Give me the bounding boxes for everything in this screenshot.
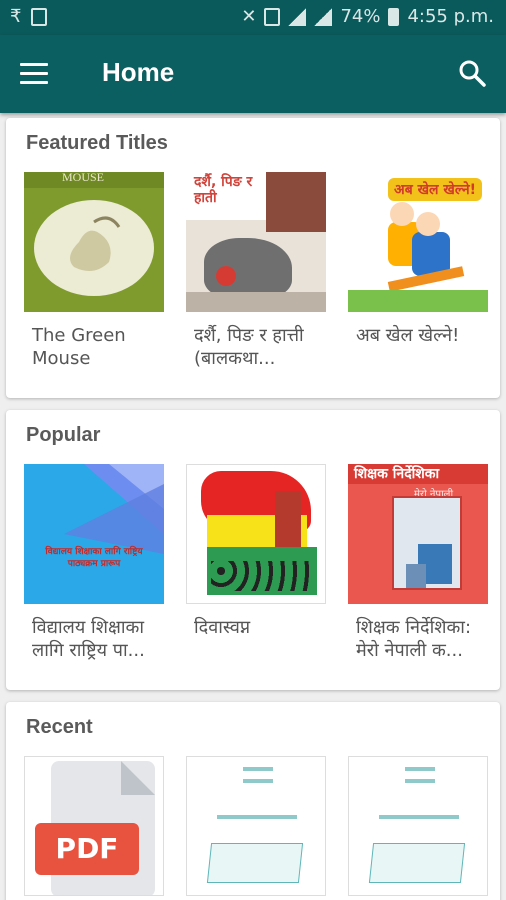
- battery-percent: 74%: [340, 6, 381, 27]
- section-title: Popular: [26, 424, 101, 446]
- book-cover: शिक्षक निर्देशिका मेरो नेपाली: [348, 464, 488, 604]
- book-title: शिक्षक निर्देशिका: मेरो नेपाली क...: [356, 617, 472, 661]
- rupee-icon: ₹: [10, 6, 22, 27]
- book-cover: विद्यालय शिक्षाका लागि राष्ट्रिय पाठ्यक्…: [24, 464, 164, 604]
- document-cover: [186, 756, 326, 896]
- sim-icon: [264, 7, 281, 26]
- book-cover: अब खेल खेल्ने!: [348, 172, 488, 312]
- section-title: Featured Titles: [26, 132, 168, 154]
- popular-card: Popular विद्यालय शिक्षाका लागि राष्ट्रिय…: [6, 410, 500, 690]
- section-title: Recent: [26, 716, 93, 738]
- book-cover: MOUSE: [24, 172, 164, 312]
- book-cover: दर्शै, पिङ र हाती: [186, 172, 326, 312]
- status-bar: ₹ ✕ 74% 4:55 p.m.: [0, 0, 506, 35]
- clipboard-icon: [31, 7, 48, 26]
- book-title: दिवास्वप्न: [194, 617, 251, 638]
- signal-icon-2: [314, 7, 333, 26]
- book-cover: [186, 464, 326, 604]
- menu-icon[interactable]: [20, 63, 48, 85]
- book-title: अब खेल खेल्ने!: [356, 325, 460, 346]
- featured-titles-card: Featured Titles MOUSE The Green Mouse दर…: [6, 118, 500, 398]
- document-cover: [348, 756, 488, 896]
- book-title: विद्यालय शिक्षाका लागि राष्ट्रिय पा...: [32, 617, 145, 661]
- pdf-badge: PDF: [35, 823, 139, 875]
- clock: 4:55 p.m.: [407, 6, 494, 27]
- signal-icon: [288, 7, 307, 26]
- app-bar: Home: [0, 35, 506, 113]
- recent-card: Recent PDF: [6, 702, 500, 900]
- page-title: Home: [102, 57, 175, 87]
- book-title: दर्शै, पिङ र हात्ती (बालकथा...: [194, 325, 304, 369]
- search-icon[interactable]: [458, 59, 486, 87]
- book-title: The Green Mouse: [32, 325, 126, 369]
- mute-icon: ✕: [241, 6, 257, 27]
- battery-icon: [388, 7, 400, 26]
- pdf-cover: PDF: [24, 756, 164, 896]
